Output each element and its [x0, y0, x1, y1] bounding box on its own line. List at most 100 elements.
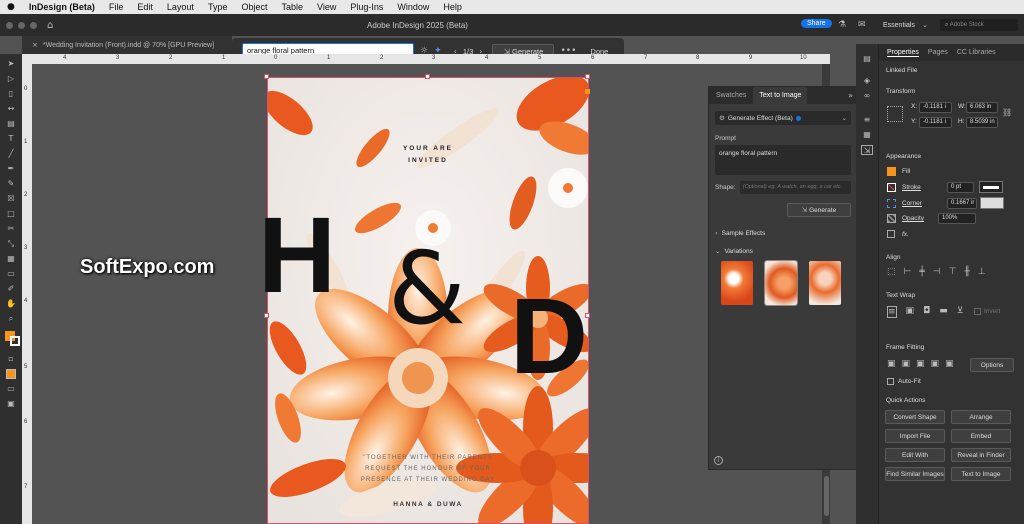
stroke-type-dropdown[interactable] [979, 181, 1003, 193]
panel-collapse-icon[interactable]: » [848, 91, 853, 100]
frame-link-handle[interactable] [585, 89, 590, 94]
home-icon[interactable]: ⌂ [47, 20, 53, 31]
reference-point-icon[interactable] [887, 106, 903, 122]
screen-mode-icon[interactable]: ▭ [5, 384, 17, 394]
preview-mode-icon[interactable]: ▣ [5, 399, 17, 409]
gap-tool-icon[interactable]: ↔ [5, 104, 17, 114]
pen-tool-icon[interactable]: ✒ [5, 164, 17, 174]
tab-swatches[interactable]: Swatches [709, 92, 753, 99]
corner-shape-dropdown[interactable] [980, 197, 1004, 209]
prompt-textarea[interactable]: orange floral pattern [715, 145, 851, 175]
tab-cc-libraries[interactable]: CC Libraries [957, 49, 996, 56]
tab-properties[interactable]: Properties [887, 49, 919, 57]
corner-label[interactable]: Corner [902, 200, 922, 207]
opacity-label[interactable]: Opacity [902, 215, 924, 222]
jump-next-column-icon[interactable]: ⊻ [957, 306, 964, 318]
selection-handle[interactable] [264, 74, 269, 79]
align-bottom-icon[interactable]: ⊥ [978, 267, 986, 277]
zoom-tool-icon[interactable]: ⌕ [5, 314, 17, 324]
selection-handle[interactable] [425, 74, 430, 79]
close-icon[interactable]: × [32, 41, 38, 49]
note-tool-icon[interactable]: ▭ [5, 269, 17, 279]
align-center-icon[interactable]: ╪ [919, 267, 924, 277]
minimize-dot[interactable] [18, 21, 25, 29]
info-icon[interactable]: i [714, 456, 723, 465]
menu-object[interactable]: Object [234, 2, 274, 12]
menu-app-name[interactable]: InDesign (Beta) [22, 2, 102, 12]
document-tab[interactable]: × *Wedding Invitation (Front).indd @ 70%… [22, 36, 232, 54]
stroke-panel-icon[interactable]: ≡ [861, 115, 873, 125]
menu-layout[interactable]: Layout [160, 2, 201, 12]
type-tool-icon[interactable]: T [5, 134, 17, 144]
align-left-icon[interactable]: ⊢ [904, 267, 912, 277]
constrain-proportions-icon[interactable]: ⛓ [1002, 108, 1012, 117]
eyedropper-tool-icon[interactable]: ✐ [5, 284, 17, 294]
stroke-label[interactable]: Stroke [902, 184, 921, 191]
text-to-image-icon[interactable]: ⇲ [861, 145, 873, 155]
align-top-icon[interactable]: ⊤ [949, 267, 957, 277]
gradient-tool-icon[interactable]: ▦ [5, 254, 17, 264]
menu-edit[interactable]: Edit [130, 2, 160, 12]
fill-frame-proportionally-icon[interactable]: ▣ [887, 359, 896, 369]
workspace-switcher[interactable]: Essentials [883, 22, 915, 29]
tab-text-to-image[interactable]: Text to Image [753, 87, 808, 104]
links-icon[interactable]: ∞ [861, 91, 873, 101]
close-dot[interactable] [6, 21, 13, 29]
panel-generate-button[interactable]: ⇲ Generate [787, 203, 851, 217]
menu-plugins[interactable]: Plug-Ins [343, 2, 390, 12]
beaker-icon[interactable]: ⚗ [838, 20, 846, 30]
find-similar-images-button[interactable]: Find Similar Images [885, 467, 945, 481]
corner-icon[interactable] [887, 199, 896, 208]
menu-help[interactable]: Help [436, 2, 469, 12]
menu-window[interactable]: Window [390, 2, 436, 12]
effects-label[interactable]: fx. [902, 231, 909, 238]
jump-object-icon[interactable]: ▬ [939, 306, 948, 318]
import-file-button[interactable]: Import File [885, 429, 945, 443]
hand-tool-icon[interactable]: ✋ [5, 299, 17, 309]
y-field[interactable]: -0.1181 i [919, 117, 952, 128]
edit-with-button[interactable]: Edit With [885, 448, 945, 462]
h-field[interactable]: 8.5039 in [966, 117, 998, 128]
free-transform-tool-icon[interactable]: ⤡ [5, 239, 17, 249]
reveal-in-finder-button[interactable]: Reveal in Finder [951, 448, 1011, 462]
stock-search-input[interactable]: ⌕ Adobe Stock [940, 19, 1018, 31]
x-field[interactable]: -0.1181 i [919, 102, 952, 113]
fit-content-to-frame-icon[interactable]: ▣ [931, 359, 940, 369]
convert-shape-button[interactable]: Convert Shape [885, 410, 945, 424]
chat-icon[interactable]: ✉ [858, 20, 866, 30]
color-panel-icon[interactable]: ▦ [861, 130, 873, 140]
variation-thumb-3[interactable] [809, 261, 841, 305]
embed-button[interactable]: Embed [951, 429, 1011, 443]
align-right-icon[interactable]: ⊣ [933, 267, 941, 277]
tab-pages[interactable]: Pages [928, 49, 948, 56]
shape-input[interactable]: (Optional) eg. A watch, an egg, a car et… [739, 181, 851, 194]
page-tool-icon[interactable]: ▯ [5, 89, 17, 99]
chevron-down-icon[interactable]: ⌄ [922, 21, 928, 29]
fit-frame-to-content-icon[interactable]: ▣ [916, 359, 925, 369]
scrollbar-thumb[interactable] [823, 476, 829, 516]
text-to-image-button[interactable]: Text to Image [951, 467, 1011, 481]
menu-table[interactable]: Table [274, 2, 310, 12]
drop-shadow-checkbox[interactable] [887, 230, 895, 238]
pencil-tool-icon[interactable]: ✎ [5, 179, 17, 189]
align-middle-icon[interactable]: ╫ [964, 267, 969, 277]
fit-content-proportionally-icon[interactable]: ▣ [902, 359, 911, 369]
auto-fit-checkbox[interactable] [887, 378, 894, 385]
line-tool-icon[interactable]: ╱ [5, 149, 17, 159]
w-field[interactable]: 6.063 in [966, 102, 998, 113]
sample-effects-toggle[interactable]: › Sample Effects [715, 229, 851, 237]
layers-icon[interactable]: ◈ [861, 76, 873, 86]
rectangle-tool-icon[interactable]: □ [5, 209, 17, 219]
invert-checkbox[interactable] [974, 308, 981, 315]
stroke-swatch[interactable] [10, 336, 20, 346]
align-to-icon[interactable]: ⬚ [887, 267, 896, 277]
arrange-button[interactable]: Arrange [951, 410, 1011, 424]
selection-tool-icon[interactable]: ➤ [5, 59, 17, 69]
no-wrap-icon[interactable]: ≡ [887, 306, 897, 318]
stroke-color-swatch[interactable] [887, 183, 896, 192]
menu-type[interactable]: Type [201, 2, 235, 12]
frame-fitting-options-button[interactable]: Options [970, 358, 1014, 372]
menu-view[interactable]: View [310, 2, 343, 12]
variation-thumb-1[interactable] [721, 261, 753, 305]
content-collector-icon[interactable]: ▤ [5, 119, 17, 129]
